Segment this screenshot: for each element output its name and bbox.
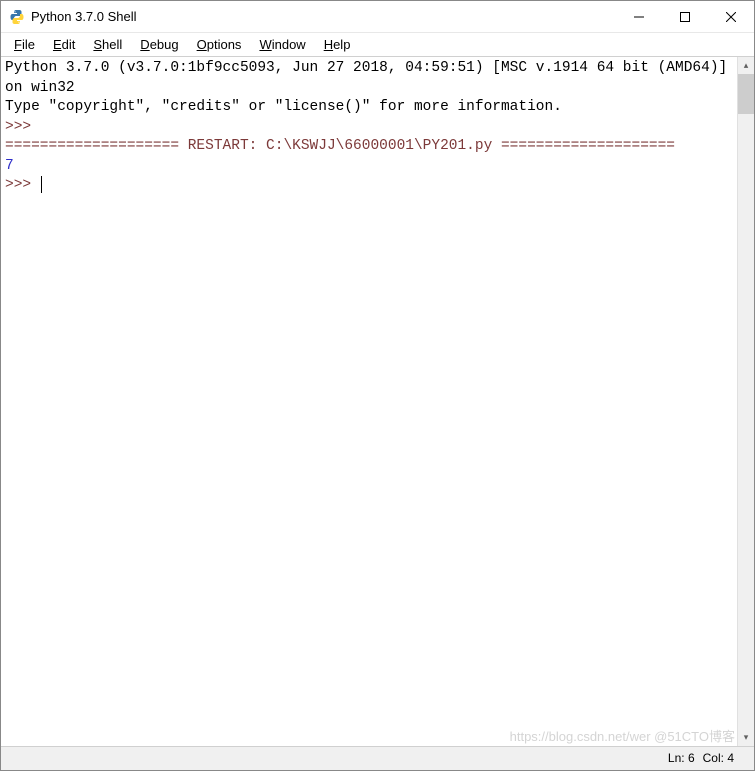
statusbar: Ln: 6 Col: 4 — [1, 746, 754, 768]
banner-line-1: Python 3.7.0 (v3.7.0:1bf9cc5093, Jun 27 … — [5, 60, 736, 96]
menu-file[interactable]: File — [5, 35, 44, 54]
menu-options[interactable]: Options — [188, 35, 251, 54]
menu-shell[interactable]: Shell — [84, 35, 131, 54]
maximize-button[interactable] — [662, 1, 708, 32]
window-title: Python 3.7.0 Shell — [31, 9, 616, 24]
python-icon — [9, 9, 25, 25]
menu-shell-label: Shell — [93, 37, 122, 52]
prompt-1: >>> — [5, 119, 40, 135]
menu-file-label: File — [14, 37, 35, 52]
menu-edit-label: Edit — [53, 37, 75, 52]
menu-debug[interactable]: Debug — [131, 35, 187, 54]
menu-debug-label: Debug — [140, 37, 178, 52]
scrollbar-up-arrow-icon[interactable]: ▴ — [738, 57, 754, 74]
text-cursor — [41, 176, 42, 193]
menu-options-label: Options — [197, 37, 242, 52]
menu-help-label: Help — [324, 37, 351, 52]
banner-line-2: Type "copyright", "credits" or "license(… — [5, 99, 562, 115]
menu-edit[interactable]: Edit — [44, 35, 84, 54]
titlebar: Python 3.7.0 Shell — [1, 1, 754, 33]
menu-window[interactable]: Window — [250, 35, 314, 54]
minimize-button[interactable] — [616, 1, 662, 32]
vertical-scrollbar[interactable]: ▴ ▾ — [737, 57, 754, 746]
scrollbar-down-arrow-icon[interactable]: ▾ — [738, 729, 754, 746]
status-line-label: Ln: — [668, 751, 685, 765]
restart-line: ==================== RESTART: C:\KSWJJ\6… — [5, 138, 675, 154]
window-controls — [616, 1, 754, 32]
status-line: Ln: 6 — [668, 751, 695, 765]
status-col-label: Col: — [703, 751, 724, 765]
content-wrap: Python 3.7.0 (v3.7.0:1bf9cc5093, Jun 27 … — [1, 57, 754, 746]
menu-window-label: Window — [259, 37, 305, 52]
scrollbar-thumb[interactable] — [738, 74, 754, 114]
output-1: 7 — [5, 158, 14, 174]
close-button[interactable] — [708, 1, 754, 32]
shell-output[interactable]: Python 3.7.0 (v3.7.0:1bf9cc5093, Jun 27 … — [1, 57, 737, 746]
status-col: Col: 4 — [703, 751, 734, 765]
status-line-value: 6 — [688, 751, 695, 765]
menubar: File Edit Shell Debug Options Window Hel… — [1, 33, 754, 57]
status-col-value: 4 — [727, 751, 734, 765]
prompt-2: >>> — [5, 177, 40, 193]
menu-help[interactable]: Help — [315, 35, 360, 54]
